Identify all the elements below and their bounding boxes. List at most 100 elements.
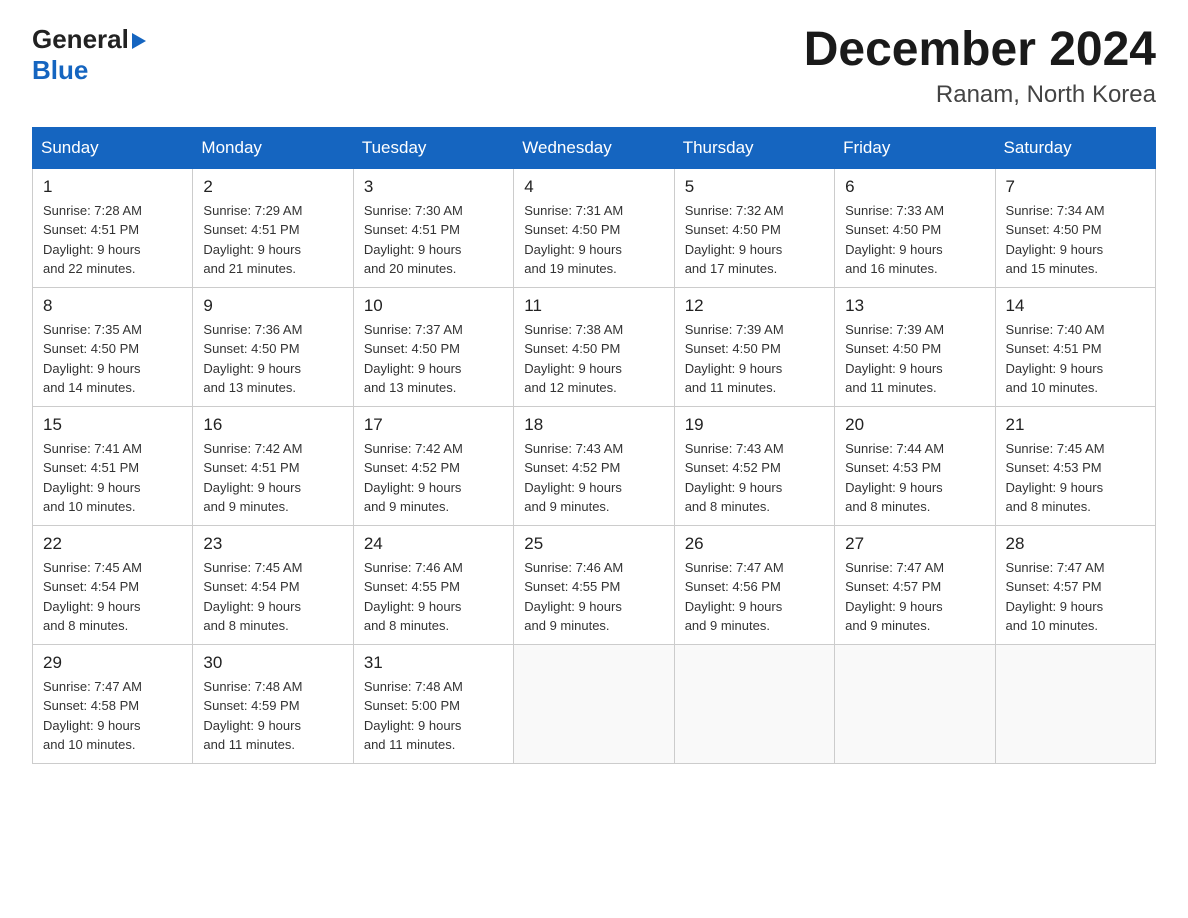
day-info: Sunrise: 7:39 AM Sunset: 4:50 PM Dayligh… xyxy=(685,320,824,398)
calendar-day-cell: 19 Sunrise: 7:43 AM Sunset: 4:52 PM Dayli… xyxy=(674,406,834,525)
calendar-day-cell: 11 Sunrise: 7:38 AM Sunset: 4:50 PM Dayli… xyxy=(514,287,674,406)
day-info: Sunrise: 7:39 AM Sunset: 4:50 PM Dayligh… xyxy=(845,320,984,398)
day-info: Sunrise: 7:47 AM Sunset: 4:57 PM Dayligh… xyxy=(1006,558,1145,636)
calendar-week-row: 15 Sunrise: 7:41 AM Sunset: 4:51 PM Dayli… xyxy=(33,406,1156,525)
day-info: Sunrise: 7:43 AM Sunset: 4:52 PM Dayligh… xyxy=(524,439,663,517)
calendar-day-cell: 25Sunrise: 7:46 AM Sunset: 4:55 PM Dayli… xyxy=(514,525,674,644)
day-number: 17 xyxy=(364,415,503,435)
day-info: Sunrise: 7:31 AM Sunset: 4:50 PM Dayligh… xyxy=(524,201,663,279)
calendar-day-cell: 14 Sunrise: 7:40 AM Sunset: 4:51 PM Dayli… xyxy=(995,287,1155,406)
calendar-day-cell: 29Sunrise: 7:47 AM Sunset: 4:58 PM Dayli… xyxy=(33,644,193,763)
calendar-empty-cell xyxy=(995,644,1155,763)
calendar-day-cell: 23 Sunrise: 7:45 AM Sunset: 4:54 PM Dayli… xyxy=(193,525,353,644)
calendar-day-cell: 18 Sunrise: 7:43 AM Sunset: 4:52 PM Dayli… xyxy=(514,406,674,525)
day-number: 3 xyxy=(364,177,503,197)
day-number: 7 xyxy=(1006,177,1145,197)
day-number: 21 xyxy=(1006,415,1145,435)
day-number: 6 xyxy=(845,177,984,197)
day-number: 11 xyxy=(524,296,663,316)
day-number: 16 xyxy=(203,415,342,435)
day-number: 22 xyxy=(43,534,182,554)
calendar-day-header: Monday xyxy=(193,127,353,168)
day-number: 13 xyxy=(845,296,984,316)
day-info: Sunrise: 7:28 AM Sunset: 4:51 PM Dayligh… xyxy=(43,201,182,279)
calendar-header-row: SundayMondayTuesdayWednesdayThursdayFrid… xyxy=(33,127,1156,168)
calendar-day-cell: 6 Sunrise: 7:33 AM Sunset: 4:50 PM Daylig… xyxy=(835,168,995,287)
day-info: Sunrise: 7:45 AM Sunset: 4:54 PM Dayligh… xyxy=(43,558,182,636)
page-subtitle: Ranam, North Korea xyxy=(804,81,1156,109)
day-info: Sunrise: 7:47 AM Sunset: 4:56 PM Dayligh… xyxy=(685,558,824,636)
day-number: 25 xyxy=(524,534,663,554)
day-info: Sunrise: 7:33 AM Sunset: 4:50 PM Dayligh… xyxy=(845,201,984,279)
calendar-empty-cell xyxy=(514,644,674,763)
calendar-day-header: Wednesday xyxy=(514,127,674,168)
calendar-day-cell: 3 Sunrise: 7:30 AM Sunset: 4:51 PM Daylig… xyxy=(353,168,513,287)
day-number: 4 xyxy=(524,177,663,197)
calendar-day-cell: 10 Sunrise: 7:37 AM Sunset: 4:50 PM Dayli… xyxy=(353,287,513,406)
calendar-day-cell: 26 Sunrise: 7:47 AM Sunset: 4:56 PM Dayli… xyxy=(674,525,834,644)
day-info: Sunrise: 7:45 AM Sunset: 4:54 PM Dayligh… xyxy=(203,558,342,636)
day-number: 26 xyxy=(685,534,824,554)
day-number: 29 xyxy=(43,653,182,673)
day-info: Sunrise: 7:45 AM Sunset: 4:53 PM Dayligh… xyxy=(1006,439,1145,517)
calendar-day-cell: 5 Sunrise: 7:32 AM Sunset: 4:50 PM Daylig… xyxy=(674,168,834,287)
calendar-week-row: 8Sunrise: 7:35 AM Sunset: 4:50 PM Daylig… xyxy=(33,287,1156,406)
logo-blue-text: Blue xyxy=(32,55,88,86)
calendar-day-cell: 24Sunrise: 7:46 AM Sunset: 4:55 PM Dayli… xyxy=(353,525,513,644)
day-number: 24 xyxy=(364,534,503,554)
calendar-day-cell: 1 Sunrise: 7:28 AM Sunset: 4:51 PM Daylig… xyxy=(33,168,193,287)
title-block: December 2024 Ranam, North Korea xyxy=(804,24,1156,109)
day-info: Sunrise: 7:32 AM Sunset: 4:50 PM Dayligh… xyxy=(685,201,824,279)
day-info: Sunrise: 7:42 AM Sunset: 4:52 PM Dayligh… xyxy=(364,439,503,517)
day-number: 2 xyxy=(203,177,342,197)
day-number: 30 xyxy=(203,653,342,673)
day-info: Sunrise: 7:36 AM Sunset: 4:50 PM Dayligh… xyxy=(203,320,342,398)
day-number: 14 xyxy=(1006,296,1145,316)
calendar-day-header: Tuesday xyxy=(353,127,513,168)
calendar-empty-cell xyxy=(835,644,995,763)
day-number: 20 xyxy=(845,415,984,435)
calendar-day-header: Friday xyxy=(835,127,995,168)
day-number: 19 xyxy=(685,415,824,435)
calendar-day-cell: 22 Sunrise: 7:45 AM Sunset: 4:54 PM Dayli… xyxy=(33,525,193,644)
day-info: Sunrise: 7:43 AM Sunset: 4:52 PM Dayligh… xyxy=(685,439,824,517)
logo-general-text: General xyxy=(32,24,129,55)
day-number: 1 xyxy=(43,177,182,197)
calendar-day-header: Thursday xyxy=(674,127,834,168)
calendar-empty-cell xyxy=(674,644,834,763)
day-info: Sunrise: 7:48 AM Sunset: 5:00 PM Dayligh… xyxy=(364,677,503,755)
calendar-day-cell: 4 Sunrise: 7:31 AM Sunset: 4:50 PM Daylig… xyxy=(514,168,674,287)
calendar-day-cell: 17 Sunrise: 7:42 AM Sunset: 4:52 PM Dayli… xyxy=(353,406,513,525)
day-info: Sunrise: 7:40 AM Sunset: 4:51 PM Dayligh… xyxy=(1006,320,1145,398)
day-number: 5 xyxy=(685,177,824,197)
day-number: 18 xyxy=(524,415,663,435)
calendar-day-cell: 7 Sunrise: 7:34 AM Sunset: 4:50 PM Daylig… xyxy=(995,168,1155,287)
day-info: Sunrise: 7:30 AM Sunset: 4:51 PM Dayligh… xyxy=(364,201,503,279)
calendar-day-cell: 31Sunrise: 7:48 AM Sunset: 5:00 PM Dayli… xyxy=(353,644,513,763)
day-info: Sunrise: 7:38 AM Sunset: 4:50 PM Dayligh… xyxy=(524,320,663,398)
day-number: 10 xyxy=(364,296,503,316)
day-info: Sunrise: 7:29 AM Sunset: 4:51 PM Dayligh… xyxy=(203,201,342,279)
day-number: 28 xyxy=(1006,534,1145,554)
day-number: 15 xyxy=(43,415,182,435)
logo-arrow-icon xyxy=(132,33,146,49)
day-number: 9 xyxy=(203,296,342,316)
calendar-day-cell: 28 Sunrise: 7:47 AM Sunset: 4:57 PM Dayli… xyxy=(995,525,1155,644)
calendar-day-cell: 16 Sunrise: 7:42 AM Sunset: 4:51 PM Dayli… xyxy=(193,406,353,525)
calendar-day-header: Saturday xyxy=(995,127,1155,168)
calendar-day-cell: 27Sunrise: 7:47 AM Sunset: 4:57 PM Dayli… xyxy=(835,525,995,644)
day-info: Sunrise: 7:41 AM Sunset: 4:51 PM Dayligh… xyxy=(43,439,182,517)
page-header: General Blue December 2024 Ranam, North … xyxy=(32,24,1156,109)
day-info: Sunrise: 7:48 AM Sunset: 4:59 PM Dayligh… xyxy=(203,677,342,755)
day-info: Sunrise: 7:42 AM Sunset: 4:51 PM Dayligh… xyxy=(203,439,342,517)
calendar-table: SundayMondayTuesdayWednesdayThursdayFrid… xyxy=(32,127,1156,764)
calendar-day-cell: 13 Sunrise: 7:39 AM Sunset: 4:50 PM Dayli… xyxy=(835,287,995,406)
day-number: 12 xyxy=(685,296,824,316)
day-info: Sunrise: 7:34 AM Sunset: 4:50 PM Dayligh… xyxy=(1006,201,1145,279)
calendar-day-cell: 20Sunrise: 7:44 AM Sunset: 4:53 PM Dayli… xyxy=(835,406,995,525)
day-number: 27 xyxy=(845,534,984,554)
calendar-day-cell: 12 Sunrise: 7:39 AM Sunset: 4:50 PM Dayli… xyxy=(674,287,834,406)
calendar-day-cell: 21 Sunrise: 7:45 AM Sunset: 4:53 PM Dayli… xyxy=(995,406,1155,525)
day-info: Sunrise: 7:37 AM Sunset: 4:50 PM Dayligh… xyxy=(364,320,503,398)
day-number: 23 xyxy=(203,534,342,554)
